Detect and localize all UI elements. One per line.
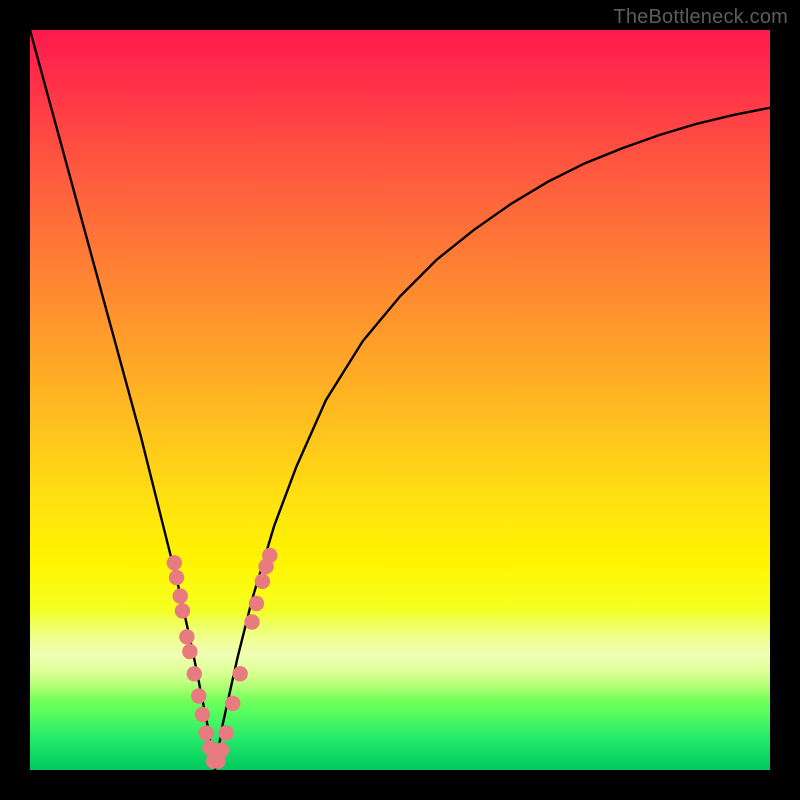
dot [202, 740, 217, 755]
dot [195, 707, 210, 722]
dot [249, 596, 264, 611]
dot [214, 742, 229, 757]
curve-layer [30, 30, 770, 770]
dot [210, 753, 225, 768]
dot [182, 644, 197, 659]
dot [175, 603, 190, 618]
highlight-band [30, 610, 770, 700]
dot [187, 666, 202, 681]
dot [173, 588, 188, 603]
dot [218, 725, 233, 740]
dot [206, 753, 221, 768]
dot [169, 570, 184, 585]
dot [232, 666, 247, 681]
dot [255, 574, 270, 589]
dot [244, 614, 259, 629]
dot [167, 555, 182, 570]
chart-frame: TheBottleneck.com [0, 0, 800, 800]
dot [258, 559, 273, 574]
dot [179, 629, 194, 644]
dot [262, 548, 277, 563]
dot [191, 688, 206, 703]
highlight-dots [167, 548, 278, 769]
dot [198, 725, 213, 740]
watermark-text: TheBottleneck.com [613, 6, 788, 29]
bottleneck-curve [30, 30, 770, 770]
dot [225, 696, 240, 711]
plot-area [30, 30, 770, 770]
